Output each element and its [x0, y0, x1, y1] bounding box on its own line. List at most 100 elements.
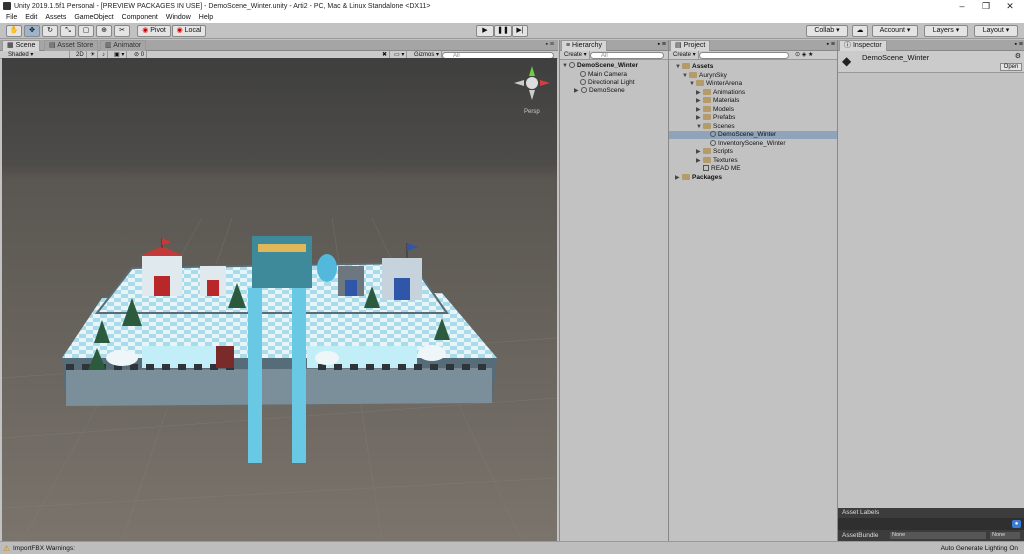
project-item[interactable]: ▶ Scripts: [669, 148, 837, 156]
tab-project[interactable]: ▤ Project: [670, 40, 711, 51]
inspector-asset-name: DemoScene_Winter: [862, 53, 930, 62]
menu-window[interactable]: Window: [166, 14, 191, 21]
hierarchy-panel: ≡ Hierarchy ▪ ≡ Create ▾ All ▼ DemoScene_…: [559, 40, 668, 541]
project-create-label: Create: [673, 52, 692, 58]
open-button[interactable]: Open: [1000, 63, 1022, 71]
tab-animator[interactable]: ▥ Animator: [100, 40, 147, 51]
step-icon[interactable]: ▶|: [512, 25, 528, 37]
hierarchy-menu-icon[interactable]: ▪ ≡: [657, 41, 666, 48]
menu-edit[interactable]: Edit: [25, 14, 37, 21]
project-create-button[interactable]: Create ▾: [671, 51, 699, 59]
project-filter-icons[interactable]: ⊙ ◈ ★: [793, 51, 815, 59]
layout-dropdown[interactable]: Layout ▾: [974, 25, 1018, 37]
tab-asset-store-label: Asset Store: [57, 42, 94, 49]
expanded-arrow-icon[interactable]: ▼: [675, 63, 682, 71]
project-item[interactable]: ▶ Models: [669, 105, 837, 114]
folder-icon: [689, 71, 697, 78]
collapsed-arrow-icon[interactable]: ▶: [696, 148, 703, 156]
label-icon[interactable]: ●: [1012, 520, 1021, 528]
expanded-arrow-icon[interactable]: ▼: [682, 72, 689, 80]
menu-gameobject[interactable]: GameObject: [74, 14, 113, 21]
rotate-tool-icon[interactable]: ↻: [42, 25, 58, 37]
menu-assets[interactable]: Assets: [45, 14, 66, 21]
folder-icon: [703, 156, 711, 163]
warning-icon: ⚠: [3, 544, 11, 553]
project-item[interactable]: ▼ Scenes: [669, 122, 837, 131]
play-icon[interactable]: ▶: [476, 25, 494, 37]
project-item[interactable]: InventoryScene_Winter: [669, 139, 837, 148]
menu-help[interactable]: Help: [199, 14, 213, 21]
folder-icon: [703, 88, 711, 95]
minimize-button[interactable]: –: [950, 0, 974, 12]
project-item-label: Scripts: [713, 148, 733, 155]
pivot-label: Pivot: [150, 27, 166, 34]
project-item[interactable]: ▶ Prefabs: [669, 114, 837, 122]
transform-tool-icon[interactable]: ⊕: [96, 25, 112, 37]
expanded-arrow-icon[interactable]: ▼: [696, 123, 703, 131]
hierarchy-item-main-camera[interactable]: Main Camera: [580, 71, 627, 79]
scene-file-icon: [710, 139, 716, 146]
project-item[interactable]: ▼ WinterArena: [669, 80, 837, 88]
collapsed-arrow-icon[interactable]: ▶: [696, 157, 703, 165]
unity-app-icon: [3, 2, 11, 10]
tab-scene[interactable]: ▦ Scene: [2, 40, 41, 51]
rect-tool-icon[interactable]: ▢: [78, 25, 94, 37]
project-item[interactable]: ▶ Packages: [669, 173, 837, 182]
collapsed-arrow-icon[interactable]: ▶: [696, 114, 703, 122]
hand-tool-icon[interactable]: ✋: [6, 25, 22, 37]
persp-label[interactable]: Persp: [524, 109, 540, 115]
pause-icon[interactable]: ❚❚: [494, 25, 512, 37]
project-item[interactable]: READ ME: [669, 165, 837, 173]
pivot-toggle[interactable]: ◉ Pivot: [137, 25, 171, 37]
move-tool-icon[interactable]: ✥: [24, 25, 40, 37]
hierarchy-item-demoscene[interactable]: ▶ DemoScene: [574, 87, 625, 95]
project-item[interactable]: DemoScene_Winter: [669, 131, 837, 139]
inspector-menu-icon[interactable]: ▪ ≡: [1014, 41, 1023, 48]
scene-viewport[interactable]: Persp: [2, 58, 557, 541]
project-item-label: WinterArena: [706, 80, 743, 87]
status-message[interactable]: ImportFBX Warnings:: [13, 545, 75, 552]
project-item[interactable]: ▼ Assets: [669, 63, 837, 71]
gameobject-icon: [580, 79, 586, 85]
hierarchy-toolbar: Create ▾ All: [560, 51, 668, 60]
project-item[interactable]: ▶ Materials: [669, 97, 837, 105]
collab-button[interactable]: Collab ▾: [806, 25, 848, 37]
collapsed-arrow-icon[interactable]: ▶: [696, 97, 703, 105]
scale-tool-icon[interactable]: ⤡: [60, 25, 76, 37]
project-tabbar: ▤ Project ▪ ≡: [669, 40, 837, 51]
project-menu-icon[interactable]: ▪ ≡: [826, 41, 835, 48]
asset-labels-area: ●: [838, 518, 1024, 530]
custom-tool-icon[interactable]: ✂: [114, 25, 130, 37]
hierarchy-search-input[interactable]: All: [590, 52, 664, 59]
cloud-icon[interactable]: ☁: [852, 25, 868, 37]
assetbundle-variant-dropdown[interactable]: None: [990, 532, 1020, 539]
project-item[interactable]: ▶ Animations: [669, 88, 837, 97]
assetbundle-dropdown[interactable]: None: [890, 532, 986, 539]
tab-inspector[interactable]: ⓘ Inspector: [839, 40, 887, 51]
project-item[interactable]: ▶ Textures: [669, 156, 837, 165]
tab-asset-store[interactable]: ▤ Asset Store: [44, 40, 99, 51]
inspector-settings-icon[interactable]: ⚙: [1015, 52, 1021, 60]
hierarchy-item-directional-light[interactable]: Directional Light: [580, 79, 635, 87]
maximize-button[interactable]: ❐: [974, 0, 998, 12]
expanded-arrow-icon[interactable]: ▼: [689, 80, 696, 88]
main-toolbar: ✋ ✥ ↻ ⤡ ▢ ⊕ ✂ ◉ Pivot ◉ Local ▶ ❚❚ ▶| Co…: [0, 23, 1024, 39]
tab-hierarchy[interactable]: ≡ Hierarchy: [561, 40, 607, 51]
local-toggle[interactable]: ◉ Local: [172, 25, 206, 37]
project-search-input[interactable]: [699, 52, 789, 59]
collapsed-arrow-icon[interactable]: ▶: [696, 89, 703, 97]
layers-dropdown[interactable]: Layers ▾: [924, 25, 968, 37]
account-dropdown[interactable]: Account ▾: [872, 25, 918, 37]
folder-icon: [682, 173, 690, 180]
menu-component[interactable]: Component: [122, 14, 158, 21]
collapsed-arrow-icon[interactable]: ▶: [675, 174, 682, 182]
menu-file[interactable]: File: [6, 14, 17, 21]
project-item[interactable]: ▼ AurynSky: [669, 71, 837, 80]
hierarchy-create-button[interactable]: Create ▾: [562, 51, 590, 59]
layers-label: Layers: [932, 27, 954, 34]
close-button[interactable]: ✕: [998, 0, 1022, 12]
panel-menu-icon[interactable]: ▪ ≡: [545, 41, 554, 48]
collapsed-arrow-icon[interactable]: ▶: [696, 106, 703, 114]
hierarchy-scene-root[interactable]: ▼ DemoScene_Winter: [562, 62, 666, 70]
hierarchy-item-label: Main Camera: [588, 71, 628, 78]
